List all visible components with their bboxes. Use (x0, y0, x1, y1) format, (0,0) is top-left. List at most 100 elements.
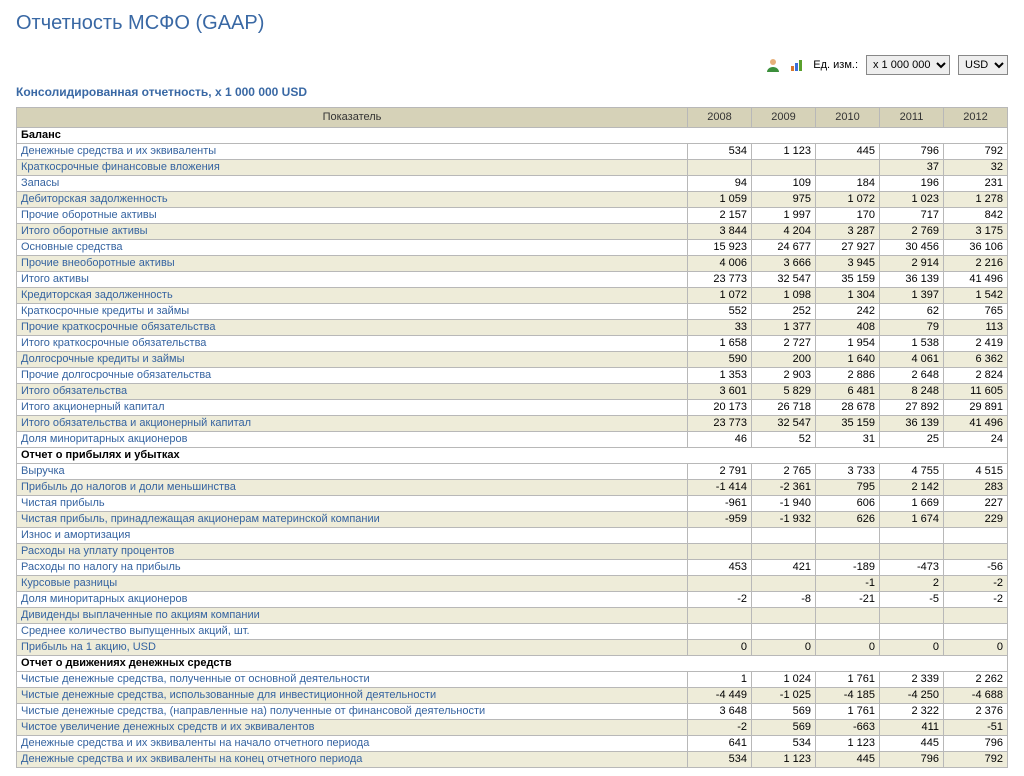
indicator-cell[interactable]: Выручка (17, 464, 688, 480)
indicator-cell[interactable]: Прибыль на 1 акцию, USD (17, 640, 688, 656)
indicator-cell[interactable]: Краткосрочные кредиты и займы (17, 304, 688, 320)
table-row: Итого обязательства3 6015 8296 4818 2481… (17, 384, 1008, 400)
value-cell: 4 006 (688, 256, 752, 272)
value-cell: 20 173 (688, 400, 752, 416)
value-cell: -2 361 (752, 480, 816, 496)
indicator-cell[interactable]: Краткосрочные финансовые вложения (17, 160, 688, 176)
value-cell: 196 (880, 176, 944, 192)
value-cell: 1 024 (752, 672, 816, 688)
table-row: Итого обязательства и акционерный капита… (17, 416, 1008, 432)
value-cell: 717 (880, 208, 944, 224)
value-cell: 227 (944, 496, 1008, 512)
value-cell: 0 (880, 640, 944, 656)
value-cell: 792 (944, 752, 1008, 768)
indicator-cell[interactable]: Долгосрочные кредиты и займы (17, 352, 688, 368)
value-cell: 184 (816, 176, 880, 192)
value-cell: 1 304 (816, 288, 880, 304)
indicator-cell[interactable]: Кредиторская задолженность (17, 288, 688, 304)
table-row: Расходы по налогу на прибыль453421-189-4… (17, 560, 1008, 576)
chart-icon[interactable] (789, 57, 805, 73)
table-row: Денежные средства и их эквиваленты на ко… (17, 752, 1008, 768)
value-cell: 4 204 (752, 224, 816, 240)
value-cell: 2 262 (944, 672, 1008, 688)
value-cell (880, 528, 944, 544)
value-cell: 796 (880, 144, 944, 160)
value-cell: -2 (688, 592, 752, 608)
indicator-cell[interactable]: Денежные средства и их эквиваленты (17, 144, 688, 160)
col-year: 2011 (880, 108, 944, 128)
indicator-cell[interactable]: Чистые денежные средства, (направленные … (17, 704, 688, 720)
unit-select[interactable]: x 1 000 000 (866, 55, 950, 75)
value-cell: 2 886 (816, 368, 880, 384)
indicator-cell[interactable]: Дивиденды выплаченные по акциям компании (17, 608, 688, 624)
indicator-cell[interactable]: Чистые денежные средства, полученные от … (17, 672, 688, 688)
user-icon[interactable] (765, 57, 781, 73)
indicator-cell[interactable]: Запасы (17, 176, 688, 192)
value-cell: 2 824 (944, 368, 1008, 384)
value-cell: 534 (688, 144, 752, 160)
indicator-cell[interactable]: Денежные средства и их эквиваленты на ко… (17, 752, 688, 768)
indicator-cell[interactable]: Денежные средства и их эквиваленты на на… (17, 736, 688, 752)
table-row: Прибыль до налогов и доли меньшинства-1 … (17, 480, 1008, 496)
indicator-cell[interactable]: Прибыль до налогов и доли меньшинства (17, 480, 688, 496)
table-row: Дивиденды выплаченные по акциям компании (17, 608, 1008, 624)
value-cell: 408 (816, 320, 880, 336)
indicator-cell[interactable]: Итого обязательства (17, 384, 688, 400)
value-cell: 1 123 (752, 144, 816, 160)
value-cell: 421 (752, 560, 816, 576)
indicator-cell[interactable]: Чистое увеличение денежных средств и их … (17, 720, 688, 736)
value-cell (816, 160, 880, 176)
value-cell: 0 (944, 640, 1008, 656)
indicator-cell[interactable]: Расходы на уплату процентов (17, 544, 688, 560)
indicator-cell[interactable]: Дебиторская задолженность (17, 192, 688, 208)
table-row: Чистая прибыль, принадлежащая акционерам… (17, 512, 1008, 528)
indicator-cell[interactable]: Итого обязательства и акционерный капита… (17, 416, 688, 432)
value-cell: -2 (944, 592, 1008, 608)
value-cell: 32 547 (752, 416, 816, 432)
indicator-cell[interactable]: Основные средства (17, 240, 688, 256)
value-cell: 2 157 (688, 208, 752, 224)
indicator-cell[interactable]: Расходы по налогу на прибыль (17, 560, 688, 576)
indicator-cell[interactable]: Прочие оборотные активы (17, 208, 688, 224)
value-cell: 11 605 (944, 384, 1008, 400)
value-cell: 15 923 (688, 240, 752, 256)
indicator-cell[interactable]: Чистая прибыль, принадлежащая акционерам… (17, 512, 688, 528)
value-cell (688, 624, 752, 640)
value-cell: 1 353 (688, 368, 752, 384)
indicator-cell[interactable]: Среднее количество выпущенных акций, шт. (17, 624, 688, 640)
table-row: Денежные средства и их эквиваленты5341 1… (17, 144, 1008, 160)
value-cell: 27 927 (816, 240, 880, 256)
indicator-cell[interactable]: Курсовые разницы (17, 576, 688, 592)
value-cell: 24 (944, 432, 1008, 448)
currency-select[interactable]: USD (958, 55, 1008, 75)
value-cell: 445 (816, 144, 880, 160)
indicator-cell[interactable]: Доля миноритарных акционеров (17, 592, 688, 608)
indicator-cell[interactable]: Итого оборотные активы (17, 224, 688, 240)
indicator-cell[interactable]: Прочие долгосрочные обязательства (17, 368, 688, 384)
table-row: Прочие краткосрочные обязательства331 37… (17, 320, 1008, 336)
indicator-cell[interactable]: Чистая прибыль (17, 496, 688, 512)
section-row: Отчет о движениях денежных средств (17, 656, 1008, 672)
indicator-cell[interactable]: Итого акционерный капитал (17, 400, 688, 416)
value-cell: 2 (880, 576, 944, 592)
value-cell: 3 733 (816, 464, 880, 480)
value-cell: 200 (752, 352, 816, 368)
indicator-cell[interactable]: Прочие внеоборотные активы (17, 256, 688, 272)
indicator-cell[interactable]: Чистые денежные средства, использованные… (17, 688, 688, 704)
indicator-cell[interactable]: Прочие краткосрочные обязательства (17, 320, 688, 336)
value-cell: -21 (816, 592, 880, 608)
indicator-cell[interactable]: Итого активы (17, 272, 688, 288)
table-row: Прибыль на 1 акцию, USD00000 (17, 640, 1008, 656)
value-cell (816, 624, 880, 640)
value-cell: 62 (880, 304, 944, 320)
value-cell: 52 (752, 432, 816, 448)
value-cell (752, 528, 816, 544)
indicator-cell[interactable]: Износ и амортизация (17, 528, 688, 544)
value-cell: 1 669 (880, 496, 944, 512)
indicator-cell[interactable]: Итого краткосрочные обязательства (17, 336, 688, 352)
table-row: Чистые денежные средства, полученные от … (17, 672, 1008, 688)
section-label: Отчет о прибылях и убытках (17, 448, 1008, 464)
value-cell: 1 (688, 672, 752, 688)
value-cell: 0 (752, 640, 816, 656)
indicator-cell[interactable]: Доля миноритарных акционеров (17, 432, 688, 448)
